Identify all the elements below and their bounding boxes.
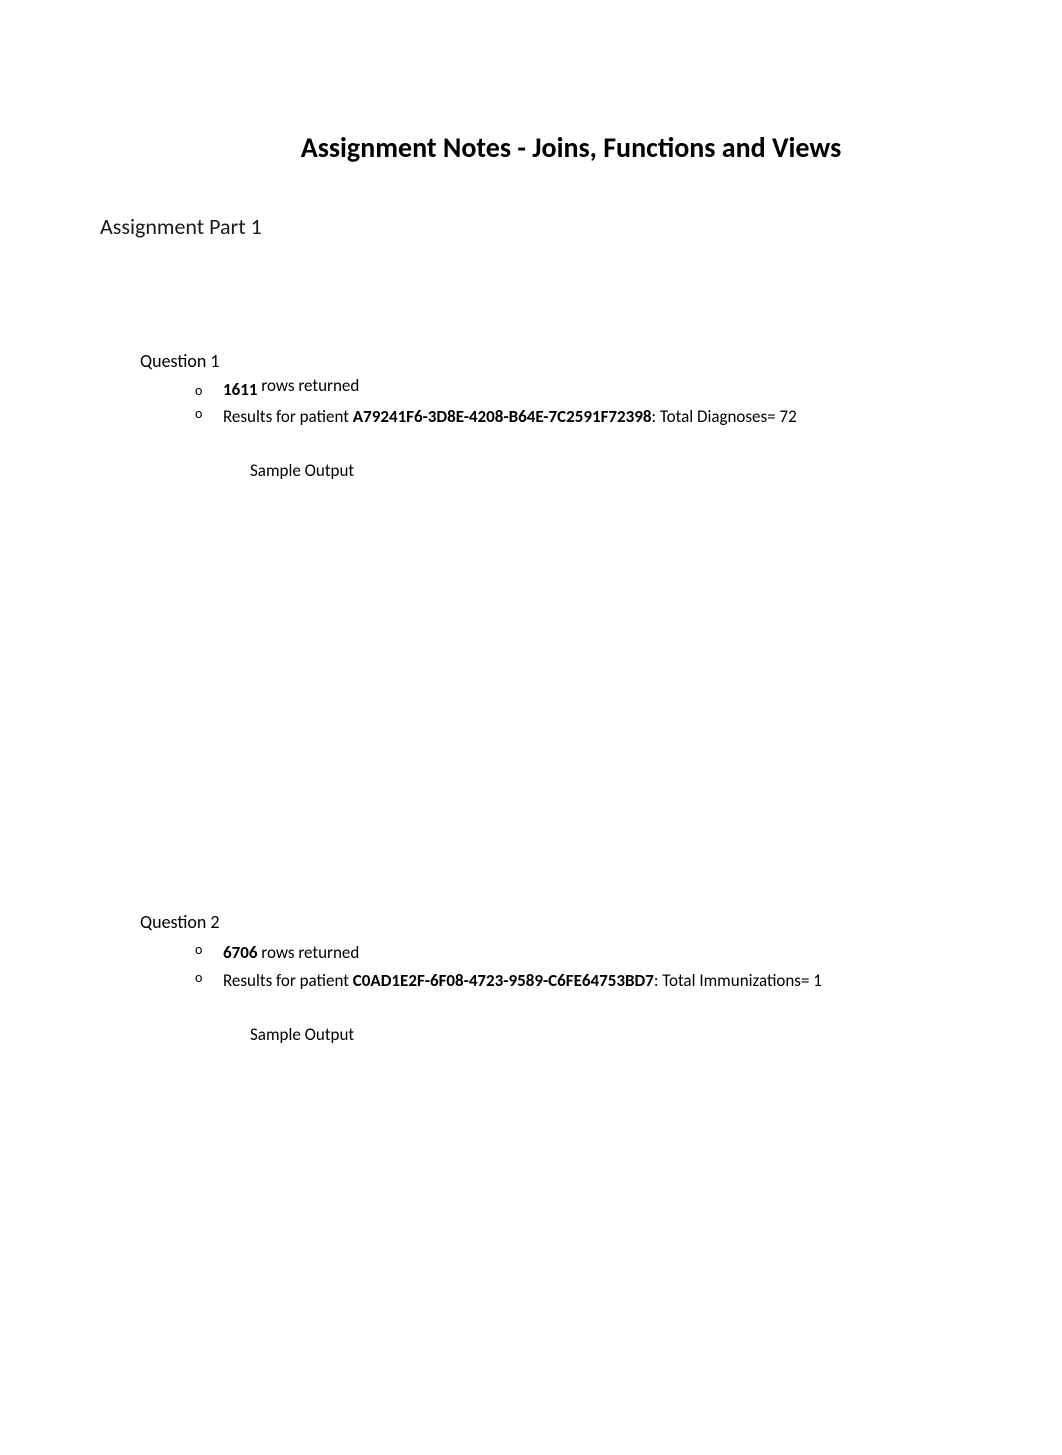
question-2-sample-output: Sample Output <box>250 1024 962 1045</box>
document-title: Assignment Notes - Joins, Functions and … <box>220 130 922 165</box>
question-1-patient-id: A79241F6-3D8E-4208-B64E-7C2591F72398 <box>353 406 652 427</box>
question-2-label: Question 2 <box>140 911 962 933</box>
question-1-rows-count: 1611 <box>223 379 257 400</box>
question-1-label: Question 1 <box>140 350 962 372</box>
question-2-rows-returned: 6706 rows returned <box>195 939 962 966</box>
document-subtitle: Assignment Part 1 <box>100 213 962 240</box>
question-2-patient-id: C0AD1E2F-6F08-4723-9589-C6FE64753BD7 <box>353 970 654 991</box>
question-1-list: 1611 rows returned Results for patient A… <box>195 376 962 430</box>
question-2-results-prefix: Results for patient <box>223 970 353 991</box>
question-1-rows-returned: 1611 rows returned <box>195 376 962 403</box>
question-1-output-area <box>140 481 962 851</box>
question-2-rows-count: 6706 <box>223 942 257 963</box>
question-1-rows-suffix: rows returned <box>257 375 359 396</box>
question-1-sample-output: Sample Output <box>250 460 962 481</box>
question-1-results-prefix: Results for patient <box>223 406 353 427</box>
question-2-results-suffix: : Total Immunizations= 1 <box>654 970 822 991</box>
question-2-results: Results for patient C0AD1E2F-6F08-4723-9… <box>195 967 962 994</box>
question-1-results: Results for patient A79241F6-3D8E-4208-B… <box>195 403 962 430</box>
question-1-results-suffix: : Total Diagnoses= 72 <box>651 406 796 427</box>
question-1-block: Question 1 1611 rows returned Results fo… <box>140 350 962 851</box>
question-2-block: Question 2 6706 rows returned Results fo… <box>140 911 962 1344</box>
question-2-rows-suffix: rows returned <box>257 942 359 963</box>
question-2-list: 6706 rows returned Results for patient C… <box>195 939 962 993</box>
question-2-output-area <box>140 1045 962 1345</box>
